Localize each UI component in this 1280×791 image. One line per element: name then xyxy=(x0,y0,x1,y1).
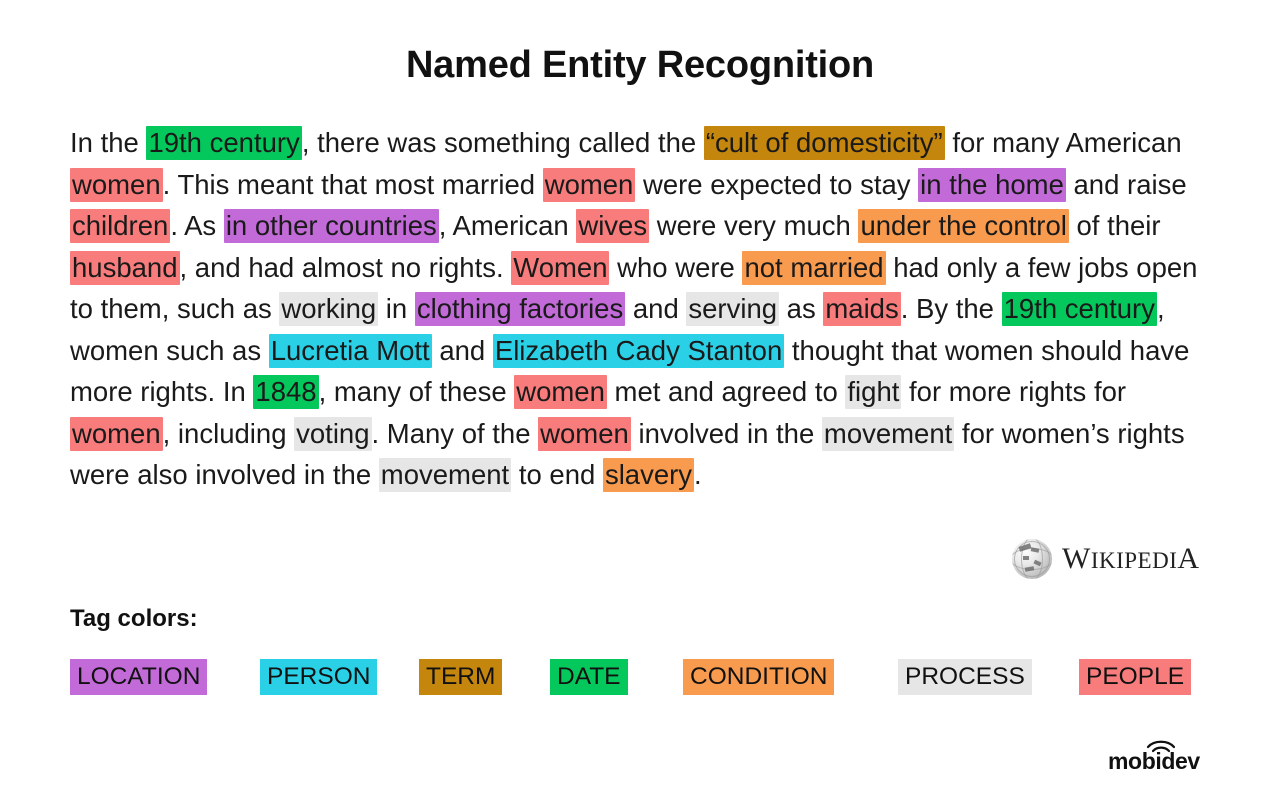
entity-date[interactable]: 19th century xyxy=(1001,292,1157,326)
legend-chip-term[interactable]: TERM xyxy=(419,659,503,695)
entity-condition[interactable]: slavery xyxy=(602,458,695,492)
plain-text: for more rights for xyxy=(901,376,1127,407)
entity-location[interactable]: clothing factories xyxy=(414,292,626,326)
plain-text: . By the xyxy=(900,293,1002,324)
entity-process[interactable]: fight xyxy=(845,375,902,409)
legend-chip-date[interactable]: DATE xyxy=(550,659,628,695)
legend-chip-process[interactable]: PROCESS xyxy=(898,659,1032,695)
plain-text: for many American xyxy=(944,127,1182,158)
plain-text: in xyxy=(378,293,415,324)
plain-text: . Many of the xyxy=(371,417,539,449)
annotated-article-text: In the 19th century, there was something… xyxy=(70,122,1212,496)
plain-text: met and agreed to xyxy=(606,376,846,407)
legend-chip-person[interactable]: PERSON xyxy=(260,659,378,695)
plain-text: In the xyxy=(70,127,147,158)
wikipedia-globe-icon xyxy=(1012,539,1052,579)
entity-process[interactable]: serving xyxy=(686,292,780,326)
entity-date[interactable]: 1848 xyxy=(253,375,319,409)
entity-people[interactable]: women xyxy=(542,167,636,202)
entity-term[interactable]: “cult of domesticity” xyxy=(703,126,945,160)
plain-text: . This meant that most married xyxy=(162,168,543,200)
plain-text: , and had almost no rights. xyxy=(179,251,512,283)
plain-text: and raise xyxy=(1065,168,1187,200)
entity-person[interactable]: Lucretia Mott xyxy=(268,333,432,368)
plain-text: who were xyxy=(609,251,743,283)
legend-chip-location[interactable]: LOCATION xyxy=(70,659,208,695)
plain-text: , there was something called the xyxy=(301,127,704,158)
plain-text: and xyxy=(431,334,493,366)
tag-colors-heading: Tag colors: xyxy=(70,605,198,632)
entity-people[interactable]: women xyxy=(70,416,163,451)
entity-people[interactable]: husband xyxy=(70,250,180,285)
entity-process[interactable]: working xyxy=(279,292,379,326)
plain-text: as xyxy=(779,293,824,324)
plain-text: , many of these xyxy=(318,376,515,407)
entity-people[interactable]: children xyxy=(70,209,171,243)
entity-location[interactable]: in other countries xyxy=(223,209,439,243)
legend-chip-people[interactable]: PEOPLE xyxy=(1079,659,1192,695)
wikipedia-wordmark: WIKIPEDIA xyxy=(1062,542,1200,575)
plain-text: were very much xyxy=(649,210,859,241)
plain-text: were expected to stay xyxy=(635,168,919,200)
mobidev-logo: mobidev xyxy=(1108,738,1212,772)
plain-text: to end xyxy=(511,459,603,490)
entity-people[interactable]: women xyxy=(70,167,163,202)
wikipedia-logo: WIKIPEDIA xyxy=(1012,538,1212,580)
entity-people[interactable]: women xyxy=(514,375,607,409)
tag-color-legend: LOCATION PERSON TERM DATE CONDITION PROCESS PE… xyxy=(70,659,1220,699)
plain-text: and xyxy=(625,293,687,324)
entity-people[interactable]: women xyxy=(538,416,631,451)
plain-text: . xyxy=(694,459,702,490)
page-title: Named Entity Recognition xyxy=(405,44,875,86)
plain-text: of their xyxy=(1068,210,1161,241)
plain-text: , including xyxy=(162,417,295,449)
entity-date[interactable]: 19th century xyxy=(146,126,302,160)
legend-chip-condition[interactable]: CONDITION xyxy=(683,659,835,695)
plain-text: , American xyxy=(438,210,577,241)
svg-text:mobidev: mobidev xyxy=(1108,748,1200,772)
entity-condition[interactable]: under the control xyxy=(858,209,1069,243)
slide-canvas: Named Entity Recognition In the 19th cen… xyxy=(0,0,1280,791)
entity-condition[interactable]: not married xyxy=(742,250,886,285)
entity-process[interactable]: movement xyxy=(821,416,955,451)
plain-text: involved in the xyxy=(630,417,822,449)
entity-person[interactable]: Elizabeth Cady Stanton xyxy=(492,333,785,368)
entity-people[interactable]: maids xyxy=(823,292,901,326)
entity-people[interactable]: Women xyxy=(511,250,610,285)
entity-location[interactable]: in the home xyxy=(918,167,1066,202)
entity-process[interactable]: voting xyxy=(294,416,372,451)
plain-text: . As xyxy=(170,210,224,241)
entity-process[interactable]: movement xyxy=(378,458,512,492)
entity-people[interactable]: wives xyxy=(576,209,650,243)
